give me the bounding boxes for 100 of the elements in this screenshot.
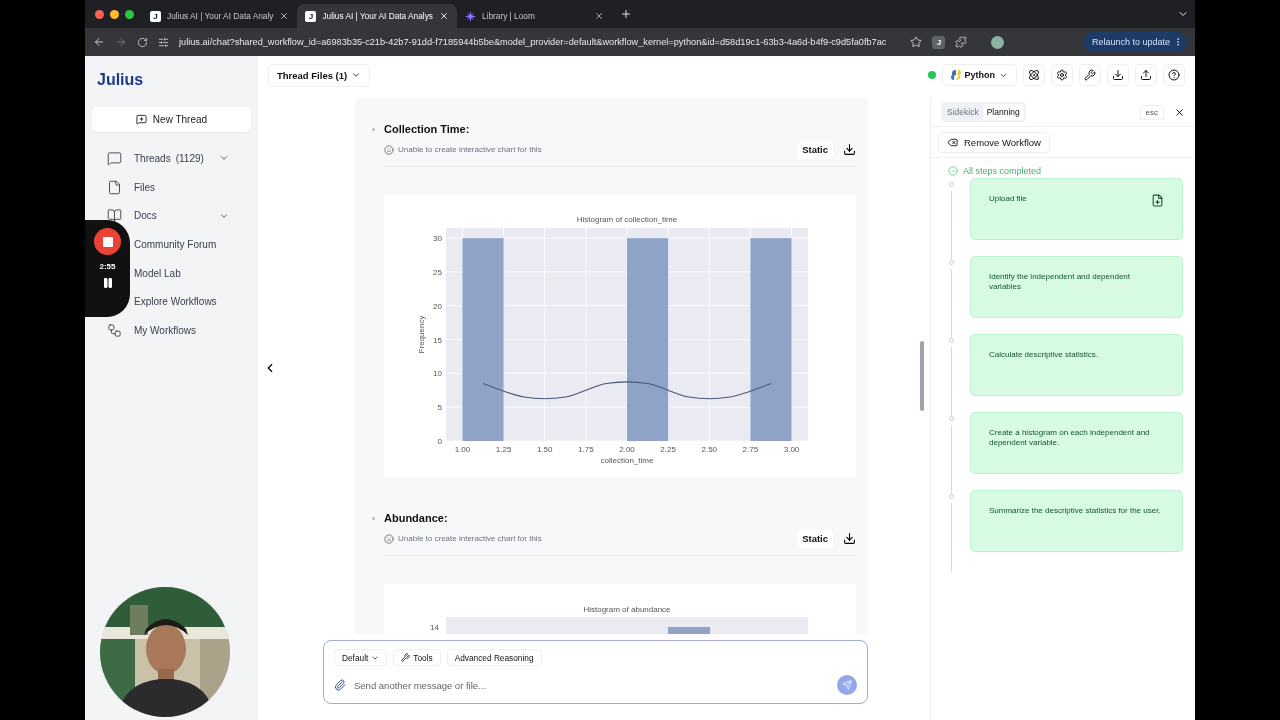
- nav-item[interactable]: Threads (1129): [134, 152, 204, 164]
- wrench-icon: [401, 653, 411, 662]
- upload-icon[interactable]: [1135, 64, 1157, 86]
- window-maximize-button[interactable]: [125, 9, 134, 19]
- axis-label: collection_time: [600, 456, 654, 465]
- step-card[interactable]: Create a histogram on each independent and dependent variable.: [970, 412, 1183, 474]
- tools-button[interactable]: Tools: [393, 649, 441, 666]
- backspace-icon: [947, 136, 958, 148]
- browser-tab[interactable]: J Julius AI | Your AI Data Analy: [142, 4, 298, 28]
- stop-button[interactable]: [94, 228, 121, 255]
- tab-title: Julius AI | Your AI Data Analys: [322, 11, 433, 21]
- pause-icon[interactable]: [101, 277, 114, 289]
- extension-icon[interactable]: J: [932, 35, 946, 49]
- close-icon[interactable]: [279, 11, 290, 21]
- panel-tab[interactable]: Sidekick: [943, 104, 983, 120]
- static-button[interactable]: Static: [797, 140, 833, 159]
- check-circle-icon: [948, 166, 958, 176]
- extensions-icon[interactable]: [955, 36, 968, 48]
- nav-icon: [107, 150, 122, 166]
- sad-face-icon: [384, 144, 394, 155]
- nav-item[interactable]: Files: [134, 181, 156, 193]
- nav-icon: [107, 322, 122, 338]
- step-card[interactable]: Summarize the descriptive statistics for the user.: [970, 490, 1183, 552]
- section-title: Collection Time:: [384, 123, 470, 135]
- tick-label: 1.75: [578, 445, 594, 454]
- section-title: Abundance:: [384, 512, 448, 524]
- tick-label: 14: [430, 623, 439, 632]
- timeline-line: [950, 269, 952, 338]
- tick-label: 3.00: [783, 445, 800, 454]
- nav-item[interactable]: Explore Workflows: [134, 296, 217, 308]
- wrench-icon[interactable]: [1079, 64, 1101, 86]
- step-text: Identify the independent and dependent variables: [989, 272, 1131, 292]
- python-logo: [950, 70, 961, 80]
- nav-item[interactable]: My Workflows: [134, 324, 197, 336]
- download-icon[interactable]: [1107, 64, 1129, 86]
- step-card[interactable]: Calculate descriptive statistics.: [970, 334, 1183, 396]
- advanced-reasoning-button[interactable]: Advanced Reasoning: [446, 649, 542, 666]
- timeline-line: [950, 347, 952, 416]
- close-icon[interactable]: [1174, 106, 1185, 118]
- timeline-line: [950, 425, 952, 494]
- bullet: [372, 127, 375, 131]
- scrollbar: [920, 341, 924, 411]
- remove-workflow-button[interactable]: Remove Workflow: [938, 131, 1050, 153]
- tick-label: 10: [433, 369, 442, 379]
- new-tab-icon[interactable]: [619, 8, 632, 20]
- step-card[interactable]: Upload file: [970, 178, 1183, 240]
- step-text: Upload file: [989, 194, 1028, 204]
- relaunch-button[interactable]: Relaunch to update: [1082, 32, 1187, 52]
- browser-tab[interactable]: J Julius AI | Your AI Data Analys: [297, 4, 457, 28]
- download-icon[interactable]: [843, 143, 856, 156]
- bookmark-icon[interactable]: [910, 36, 923, 48]
- timeline-line: [950, 503, 952, 572]
- new-thread-button[interactable]: New Thread: [92, 107, 251, 132]
- close-icon[interactable]: [438, 11, 449, 21]
- tick-label: 0: [437, 437, 442, 446]
- help-icon[interactable]: [1163, 64, 1185, 86]
- profile-avatar[interactable]: [991, 35, 1005, 49]
- window-minimize-button[interactable]: [110, 9, 119, 19]
- step-text: Create a histogram on each independent and dependent variable.: [989, 428, 1151, 448]
- tab-title: Julius AI | Your AI Data Analy: [167, 11, 274, 21]
- nav-item[interactable]: Docs: [134, 210, 157, 222]
- kernel-dropdown[interactable]: Python: [941, 64, 1017, 86]
- site-info-icon[interactable]: [158, 36, 169, 48]
- panel-tab[interactable]: Planning: [982, 104, 1024, 120]
- esc-key: esc: [1139, 104, 1164, 120]
- status-text: All steps completed: [963, 166, 1042, 176]
- tick-label: 20: [433, 301, 442, 311]
- nav-icon: [107, 179, 122, 195]
- close-icon[interactable]: [593, 11, 604, 21]
- notice-text: Unable to create interactive chart for this: [398, 145, 542, 154]
- notice-text: Unable to create interactive chart for this: [398, 534, 542, 543]
- atom-icon[interactable]: [1023, 64, 1045, 86]
- static-button[interactable]: Static: [797, 529, 833, 548]
- settings-icon[interactable]: [1051, 64, 1073, 86]
- model-dropdown[interactable]: Default: [334, 649, 388, 666]
- tick-label: 2.00: [619, 445, 635, 454]
- tab-title: Library | Loom: [481, 11, 536, 21]
- starburst-icon: [464, 10, 476, 22]
- download-icon[interactable]: [843, 532, 856, 545]
- nav-item[interactable]: Model Lab: [134, 267, 181, 279]
- chart-title: Histogram of abundance: [583, 605, 671, 614]
- browser-tab[interactable]: Library | Loom: [456, 4, 612, 28]
- sad-face-icon: [384, 533, 394, 544]
- attach-icon[interactable]: [334, 679, 346, 691]
- step-card[interactable]: Identify the independent and dependent variables: [970, 256, 1183, 318]
- thread-files-button[interactable]: Thread Files (1): [268, 63, 371, 87]
- tick-label: 1.50: [536, 445, 553, 454]
- window-close-button[interactable]: [95, 9, 104, 19]
- step-text: Calculate descriptive statistics.: [989, 350, 1099, 360]
- address-bar[interactable]: julius.ai/chat?shared_workflow_id=a6983b35-c21b-42b7-91dd-f7185944b5be&model_provider=default&workflow_kernel=python&id=d58d19c1-63b3-4a6d-b4f9-c9d5fa0fb7ac: [179, 37, 887, 47]
- nav-icon: [107, 208, 122, 224]
- tick-label: 2.75: [742, 445, 759, 454]
- logo: Julius: [96, 70, 145, 90]
- tick-label: 1.00: [454, 445, 471, 454]
- back-icon[interactable]: [93, 36, 105, 48]
- tick-label: 5: [437, 403, 442, 413]
- chart-title: Histogram of collection_time: [576, 215, 678, 224]
- nav-item[interactable]: Community Forum: [134, 238, 217, 250]
- reload-icon[interactable]: [137, 36, 148, 48]
- send-icon: [842, 680, 852, 690]
